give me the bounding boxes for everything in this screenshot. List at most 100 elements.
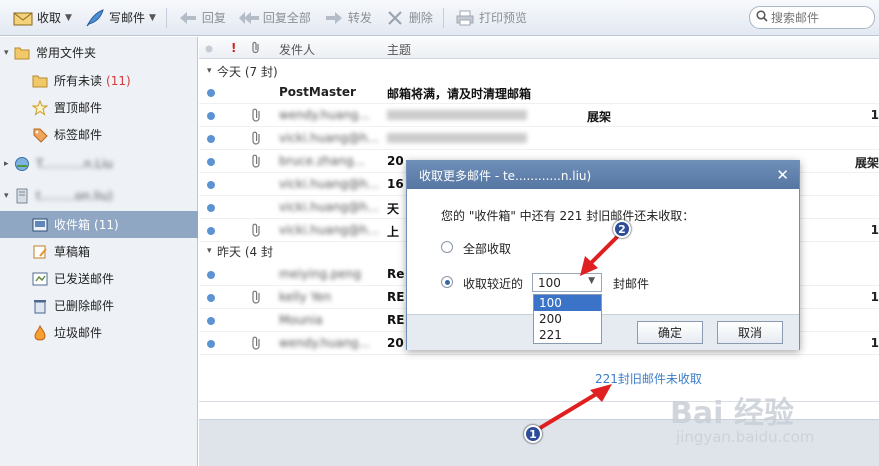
sidebar-item-common-folders[interactable]: ▾ 常用文件夹 [4,39,96,66]
receive-all-label[interactable]: 全部收取 [463,240,511,257]
mail-subject: 展架 [587,110,612,124]
dialog-title: 收取更多邮件 - te............n.liu) [419,168,592,183]
mail-subject: Re [387,267,405,281]
search-input[interactable] [771,10,867,25]
mail-row[interactable]: PostMaster 邮箱将满，请及时清理邮箱 [199,81,879,104]
mail-sender: kelly Yen [279,290,332,304]
subject-column-header[interactable]: 主题 [387,41,411,58]
dropdown-option[interactable]: 100 [534,295,601,311]
expand-triangle-icon[interactable]: ▸ [4,159,14,169]
unit-label: 封邮件 [613,277,650,291]
sidebar-item-account-2[interactable]: ▾ t.........on.liu) [4,182,113,209]
delete-label: 删除 [408,11,433,25]
dialog-title-bar: 收取更多邮件 - te............n.liu) ✕ [407,161,799,189]
receive-recent-radio[interactable] [441,276,453,288]
dropdown-option[interactable]: 221 [534,327,601,343]
print-preview-label: 打印预览 [478,11,527,25]
sidebar-item-drafts[interactable]: 草稿箱 [32,238,90,265]
forward-button[interactable]: 转发 [317,5,378,31]
selected-count: 100 [538,275,561,290]
mail-sender: wendy.huang... [279,336,370,350]
step-badge-2: 2 [613,220,631,238]
sidebar-item-junk[interactable]: 垃圾邮件 [32,319,102,346]
sidebar-item-pinned[interactable]: 置顶邮件 [32,94,102,121]
receive-button[interactable]: 收取 ▼ [6,5,78,31]
draft-icon [32,244,48,260]
step-badge-1: 1 [524,425,542,443]
chevron-down-icon[interactable]: ▼ [149,13,156,23]
mail-sender: vicki.huang@h... [279,223,379,237]
collapse-triangle-icon[interactable]: ▾ [4,191,14,201]
receive-label: 收取 [37,11,62,25]
mail-sender: vicki.huang@h... [279,177,379,191]
reply-all-label: 回复全部 [262,11,311,25]
receive-all-radio[interactable] [441,241,453,253]
reply-all-button[interactable]: 回复全部 [232,5,317,31]
mail-extra: 展架 [854,156,879,170]
reply-label: 回复 [201,11,226,25]
priority-column-icon[interactable]: ! [231,41,236,55]
column-header: ! 发件人 主题 [199,37,879,59]
mail-sender: meiying.peng [279,267,362,281]
reply-button[interactable]: 回复 [171,5,232,31]
inbox-count: (11) [94,217,119,232]
mail-subject: 上 [387,225,400,239]
unread-dot-icon [207,158,215,166]
sender-column-header[interactable]: 发件人 [279,41,315,58]
sidebar-item-all-unread[interactable]: 所有未读 (11) [32,67,131,94]
obscured-subject [387,110,527,120]
search-box[interactable] [749,6,875,29]
mail-row[interactable]: wendy.huang... 展架 1 [199,104,879,127]
attachment-column-icon[interactable] [251,41,261,57]
read-status-column-icon[interactable] [205,42,213,56]
group-header-yesterday[interactable]: ▾ 昨天 (4 封 [207,241,273,261]
paperclip-icon [251,223,263,237]
mail-sender: wendy.huang... [279,108,370,122]
dialog-footer: 确定 取消 [407,314,799,350]
obscured-subject [387,133,527,143]
mail-row[interactable]: vicki.huang@h... [199,127,879,150]
collapse-triangle-icon[interactable]: ▾ [207,66,217,76]
delete-button[interactable]: 删除 [378,5,439,31]
count-select[interactable]: 100 ▼ [532,273,602,292]
sidebar-item-label: 标签邮件 [54,128,103,142]
baidu-watermark: Bai 经验 [670,396,794,431]
mail-sender: vicki.huang@h... [279,131,379,145]
close-icon[interactable]: ✕ [776,166,789,184]
unread-dot-icon [207,227,215,235]
sidebar-item-inbox[interactable]: 收件箱 (11) [0,211,198,238]
chevron-down-icon[interactable]: ▼ [65,13,72,23]
count-dropdown-list: 100 200 221 [533,294,602,344]
account-globe-icon [14,156,30,172]
old-mail-not-received-link[interactable]: 221封旧邮件未收取 [595,370,702,387]
ok-button[interactable]: 确定 [637,321,703,344]
collapse-triangle-icon[interactable]: ▾ [207,246,217,256]
group-label: 今天 (7 封) [217,64,278,79]
sent-icon [32,271,48,287]
sidebar-item-account-1[interactable]: ▸ T...........n.Liu [4,150,113,177]
tag-icon [32,127,48,143]
mail-subject: 邮箱将满，请及时清理邮箱 [387,87,532,101]
group-header-today[interactable]: ▾ 今天 (7 封) [207,61,278,81]
collapse-triangle-icon[interactable]: ▾ [4,48,14,58]
chevron-down-icon[interactable]: ▼ [588,276,595,286]
sidebar-item-label: 所有未读 [54,74,103,88]
sidebar-item-deleted[interactable]: 已删除邮件 [32,292,114,319]
print-preview-button[interactable]: 打印预览 [448,5,533,31]
baidu-watermark-url: jingyan.baidu.com [676,428,815,446]
cancel-button[interactable]: 取消 [717,321,783,344]
receive-recent-label[interactable]: 收取较近的 [463,275,523,292]
sidebar-item-label: 常用文件夹 [36,46,97,60]
paperclip-icon [251,108,263,122]
forward-label: 转发 [347,11,372,25]
sidebar-item-label: 置顶邮件 [54,101,103,115]
account-name: T...........n.Liu [36,156,113,171]
compose-button[interactable]: 写邮件 ▼ [78,5,162,31]
sidebar-item-tagged[interactable]: 标签邮件 [32,121,102,148]
sidebar-item-sent[interactable]: 已发送邮件 [32,265,114,292]
sidebar-item-label: 已发送邮件 [54,272,115,286]
mail-subject: RE [387,290,405,304]
mail-subject: 16 [387,177,404,191]
dropdown-option[interactable]: 200 [534,311,601,327]
toolbar-divider [442,7,444,28]
